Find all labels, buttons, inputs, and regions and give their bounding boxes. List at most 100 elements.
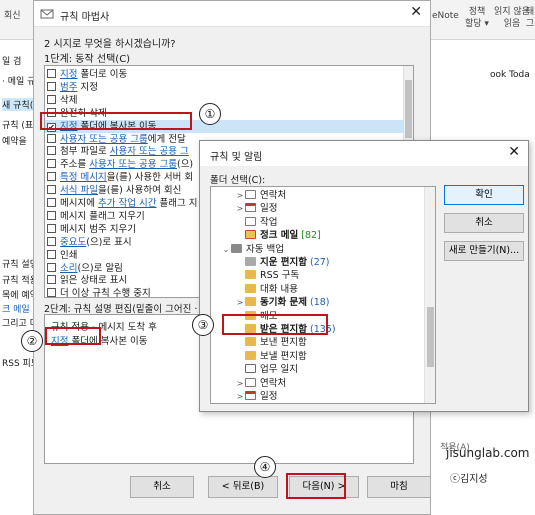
folder-name: 일정 — [260, 391, 278, 402]
action-text: (으) — [176, 159, 194, 171]
expand-arrow-icon[interactable]: > — [235, 390, 245, 403]
onenote-label[interactable]: eNote — [432, 10, 459, 22]
checkbox[interactable] — [47, 172, 56, 182]
action-link[interactable]: 특정 메시지 — [60, 172, 107, 183]
step-marker-3: ③ — [192, 314, 214, 336]
policy-label[interactable]: 정책 할당 ▾ — [465, 6, 489, 30]
folder-item[interactable]: > 연락처 — [211, 189, 425, 203]
folder-item[interactable]: ⌄ 자동 백업 — [211, 243, 425, 257]
folder-item[interactable]: RSS 구독 — [211, 269, 425, 283]
wizard-title: 규칙 마법사 — [60, 12, 110, 23]
folder-name: 동기화 문제 — [260, 297, 308, 309]
action-link[interactable]: 지정 — [60, 69, 77, 80]
folder-name: 지운 편지함 — [260, 257, 308, 268]
checkbox[interactable] — [47, 198, 56, 207]
checkbox[interactable] — [47, 133, 56, 143]
wizard-titlebar: 규칙 마법사 ✕ — [34, 1, 430, 27]
action-link[interactable]: 추가 작업 시간 — [98, 198, 156, 209]
folder-item[interactable]: > 일정 — [211, 202, 425, 216]
expand-arrow-icon[interactable]: > — [235, 377, 245, 391]
bg-text: 예약을 — [2, 137, 27, 147]
expand-arrow-icon[interactable]: > — [235, 202, 245, 216]
expand-arrow-icon[interactable]: > — [235, 296, 245, 310]
folder-item[interactable]: 보낼 편지함 — [211, 350, 425, 364]
action-link[interactable]: 중요도 — [60, 237, 86, 248]
close-icon[interactable]: ✕ — [410, 4, 422, 20]
journal-folder-icon — [245, 364, 256, 374]
cancel-button[interactable]: 취소 — [444, 213, 524, 233]
bg-text: 규칙 (표 — [2, 121, 34, 131]
checkbox[interactable] — [47, 223, 56, 233]
folder-item[interactable]: 정크 메일 [82] — [211, 229, 425, 243]
new-folder-button[interactable]: 새로 만들기(N)... — [444, 241, 524, 261]
highlight-action — [40, 112, 192, 130]
action-item[interactable]: 지정 폴더로 이동 — [45, 68, 405, 81]
checkbox[interactable] — [47, 146, 56, 156]
highlight-next-button — [286, 473, 346, 499]
back-button[interactable]: < 뒤로(B) — [208, 476, 278, 498]
task-folder-icon — [245, 216, 256, 226]
cancel-button[interactable]: 취소 — [130, 476, 194, 498]
action-link[interactable]: 사용자 또는 공용 그 — [110, 146, 189, 157]
checkbox[interactable] — [47, 94, 56, 104]
action-link[interactable]: 사용자 또는 공용 그룹 — [89, 159, 177, 170]
folder-item[interactable]: 대화 내용 — [211, 283, 425, 297]
checkbox[interactable] — [47, 288, 56, 297]
folder-folder-icon — [245, 297, 256, 307]
folder-item[interactable]: 보낸 편지함 — [211, 336, 425, 350]
folder-item[interactable]: 지운 편지함 (27) — [211, 256, 425, 270]
action-text: 주소를 — [60, 159, 90, 171]
folder-item[interactable]: > 동기화 문제 (18) — [211, 296, 425, 310]
expand-arrow-icon[interactable]: > — [235, 189, 245, 203]
folder-item[interactable]: 업무 일지 — [211, 363, 425, 377]
calendar-folder-icon — [245, 203, 256, 213]
step-marker-2: ② — [21, 330, 43, 352]
tag-label[interactable]: 태그 — [525, 6, 535, 30]
folder-folder-icon — [245, 270, 256, 280]
folder-item[interactable]: 작업 — [211, 216, 425, 230]
action-item[interactable]: 범주 지정 — [45, 81, 405, 94]
bg-text: 새 규칙( — [2, 98, 36, 111]
folder-name: 일정 — [260, 203, 278, 215]
action-text: 인쇄 — [60, 249, 78, 261]
checkbox[interactable] — [47, 249, 56, 259]
scrollbar[interactable] — [424, 187, 435, 403]
action-item[interactable]: 삭제 — [45, 94, 405, 107]
ok-button[interactable]: 확인 — [444, 185, 524, 205]
step2-label: 2단계: 규칙 설명 편집(밑줄이 그어진 · 값 — [44, 304, 210, 315]
checkbox[interactable] — [47, 185, 56, 195]
sent-folder-icon — [245, 350, 256, 360]
wizard-question: 2 시지로 무엇을 하시겠습니까? — [44, 39, 176, 50]
folder-name: 정크 메일 — [260, 230, 299, 242]
checkbox[interactable] — [47, 69, 56, 78]
highlight-folder-link — [45, 327, 101, 345]
finish-button[interactable]: 마침 — [367, 476, 431, 498]
checkbox[interactable] — [47, 275, 56, 285]
checkbox[interactable] — [47, 159, 56, 169]
folder-item[interactable]: > 연락처 — [211, 377, 425, 391]
action-link[interactable]: 범주 — [60, 82, 77, 93]
reply-label[interactable]: 회신 — [4, 10, 21, 22]
action-text: 읽은 상태로 표시 — [60, 275, 128, 287]
action-link[interactable]: 소리 — [60, 263, 77, 274]
checkbox[interactable] — [47, 236, 56, 246]
bg-right-text: ook Toda — [490, 70, 530, 80]
close-icon[interactable]: ✕ — [508, 144, 520, 160]
folder-tree[interactable]: > 일정 > 연락처 업무 일지 보낼 편지함 보낸 편지함 받은 편지함 (135) 메모 > 동기… — [210, 186, 436, 404]
folder-name: 작업 — [260, 216, 278, 228]
folder-name: 대화 내용 — [260, 283, 298, 295]
bg-text: 크 메일 — [2, 305, 30, 315]
action-text: 에게 전달 — [147, 133, 186, 145]
checkbox[interactable] — [47, 81, 56, 91]
folder-select-dialog: 규칙 및 알림 ✕ 폴더 선택(C): > 일정 > 연락처 업무 일지 보낼 편지함 보낸… — [199, 140, 529, 412]
action-link[interactable]: 서식 파일 — [60, 185, 98, 196]
folder-name: 연락처 — [260, 377, 287, 389]
highlight-inbox — [222, 314, 328, 335]
calendar-folder-icon — [245, 391, 256, 400]
action-link[interactable]: 사용자 또는 공용 그룹 — [60, 134, 148, 145]
folder-item[interactable]: > 일정 — [211, 390, 425, 403]
folder-name: 보낼 편지함 — [260, 350, 307, 362]
checkbox[interactable] — [47, 210, 56, 220]
expand-arrow-icon[interactable]: ⌄ — [221, 243, 231, 257]
checkbox[interactable] — [47, 262, 56, 272]
